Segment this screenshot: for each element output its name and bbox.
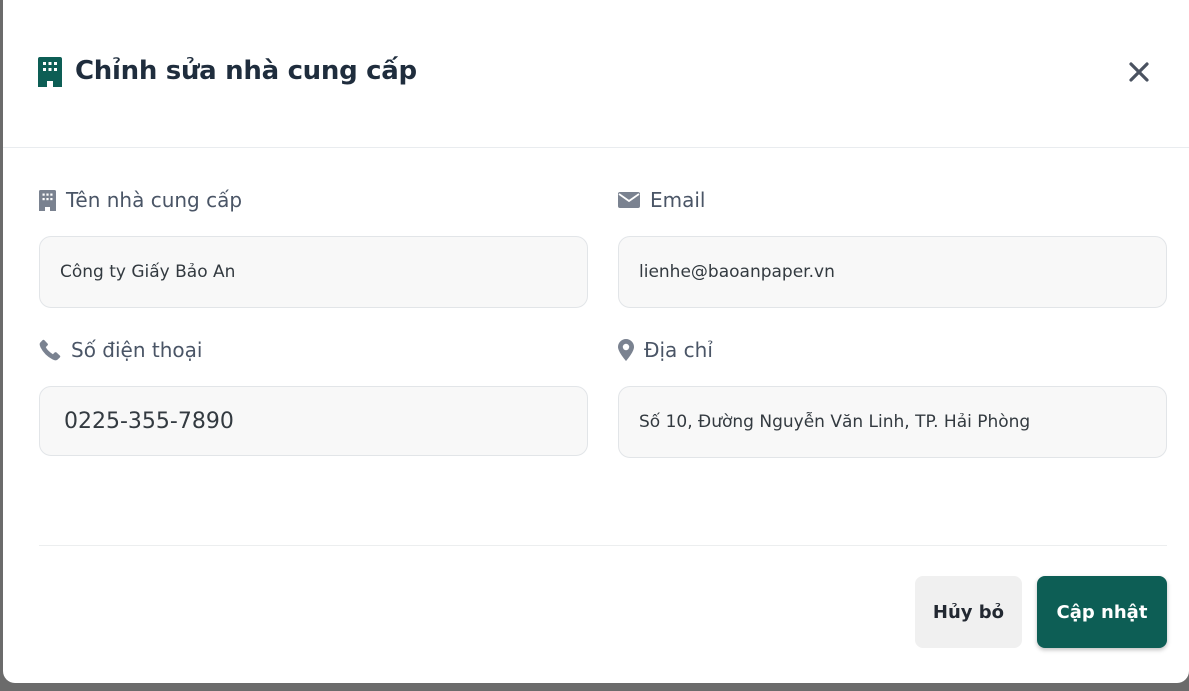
modal-title: Chỉnh sửa nhà cung cấp [75,56,417,86]
cancel-button[interactable]: Hủy bỏ [915,576,1022,648]
building-icon [39,189,66,211]
edit-supplier-modal: Chỉnh sửa nhà cung cấp Tên nhà cung cấp [3,0,1189,683]
close-icon[interactable] [1127,60,1151,84]
supplier-name-label: Tên nhà cung cấp [39,188,242,212]
address-label-text: Địa chỉ [644,338,713,362]
email-label-text: Email [650,188,706,212]
phone-label-text: Số điện thoại [71,338,203,362]
address-field[interactable] [618,386,1167,458]
update-button[interactable]: Cập nhật [1037,576,1167,648]
phone-field[interactable] [39,386,588,456]
email-field[interactable] [618,236,1167,308]
phone-icon [39,339,71,361]
supplier-name-input[interactable] [39,236,588,308]
modal-header: Chỉnh sửa nhà cung cấp [3,0,1189,148]
supplier-name-label-text: Tên nhà cung cấp [66,188,243,212]
phone-label: Số điện thoại [39,338,202,362]
building-icon [38,57,62,87]
address-label: Địa chỉ [618,338,713,362]
map-pin-icon [618,339,644,361]
envelope-icon [618,192,650,208]
email-label: Email [618,188,706,212]
footer-divider [39,545,1167,546]
